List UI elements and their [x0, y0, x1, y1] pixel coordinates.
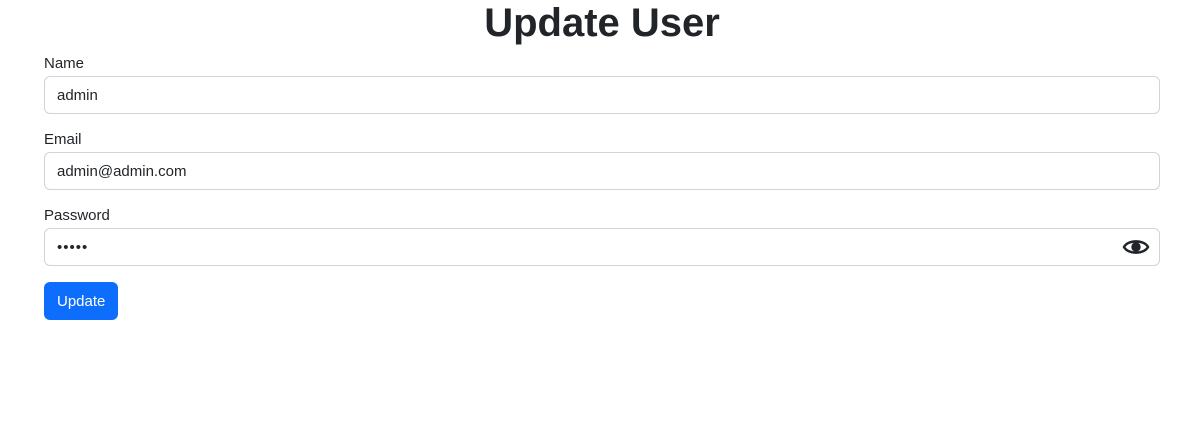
- email-label: Email: [44, 131, 82, 148]
- update-user-form: Name Email Password U: [44, 54, 1160, 320]
- page-title: Update User: [484, 1, 720, 45]
- update-user-page: Update User Name Email Password: [0, 0, 1197, 446]
- email-input[interactable]: [44, 152, 1160, 190]
- name-input[interactable]: [44, 76, 1160, 114]
- email-input-wrapper: [44, 152, 1160, 190]
- update-button[interactable]: Update: [44, 282, 119, 320]
- name-field-group: Name: [44, 54, 1160, 114]
- password-label: Password: [44, 207, 110, 224]
- eye-icon[interactable]: [1122, 235, 1150, 259]
- name-label: Name: [44, 55, 85, 72]
- email-field-group: Email: [44, 130, 1160, 190]
- password-input-wrapper: [44, 228, 1160, 266]
- password-field-group: Password: [44, 206, 1160, 266]
- name-input-wrapper: [44, 76, 1160, 114]
- password-input[interactable]: [44, 228, 1160, 266]
